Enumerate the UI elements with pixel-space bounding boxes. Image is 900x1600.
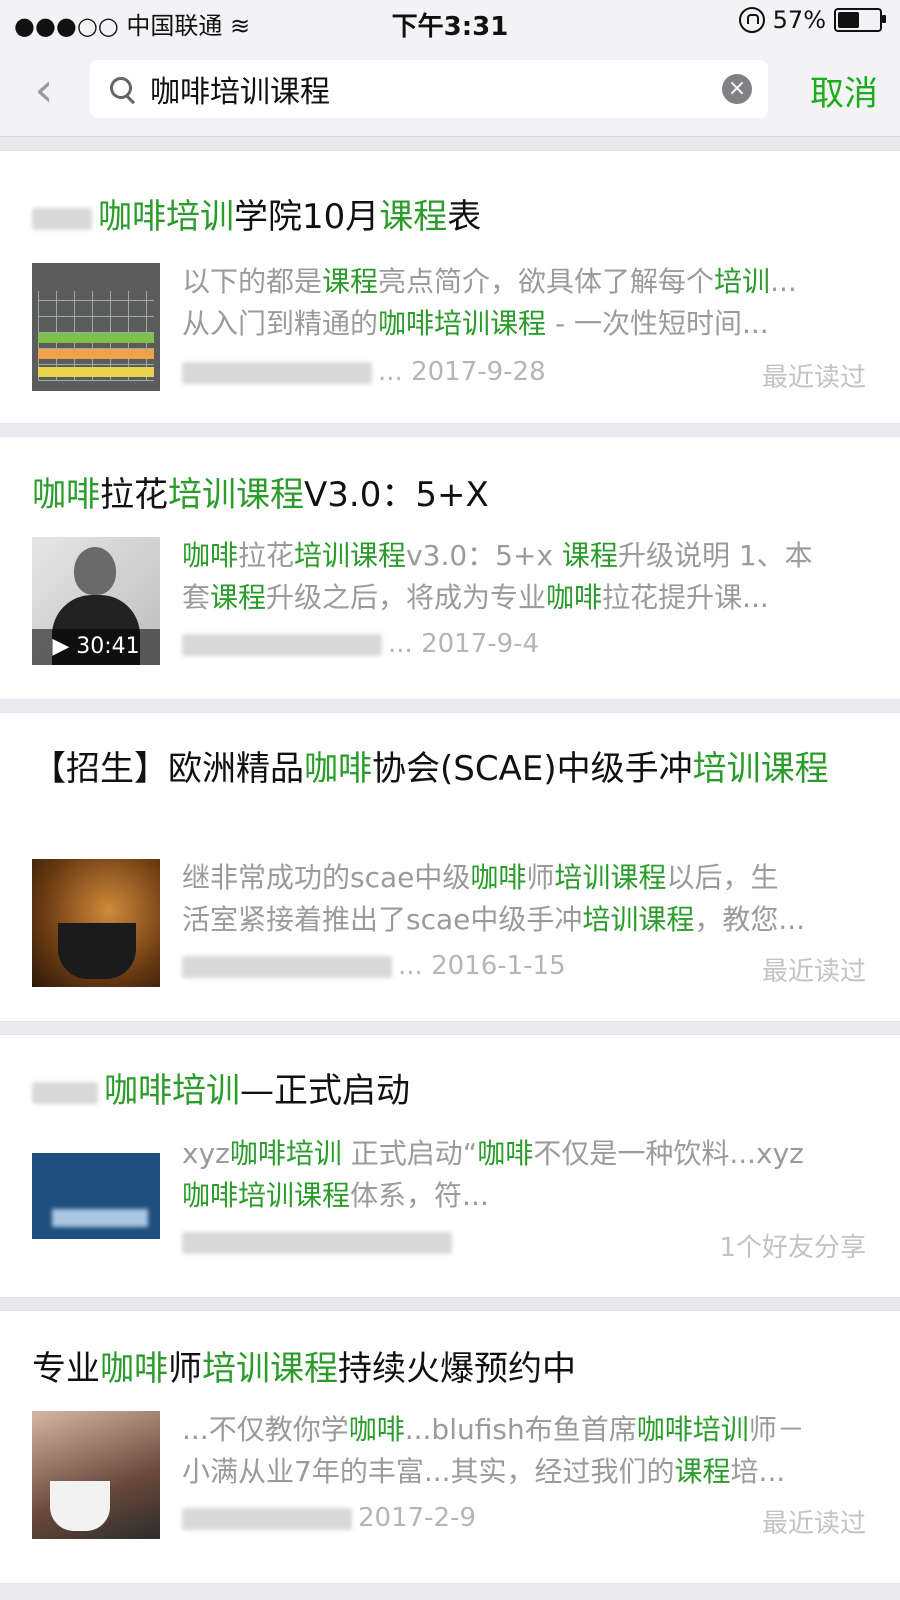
battery-percent: 57%: [772, 6, 826, 34]
summary-line: 继非常成功的scae中级咖啡师培训课程以后，生: [182, 861, 779, 894]
blurred-account-name: [32, 1081, 98, 1104]
clear-icon[interactable]: ×: [722, 74, 752, 104]
result-item[interactable]: 【招生】欧洲精品咖啡协会(SCAE)中级手冲培训课程 继非常成功的scae中级咖…: [0, 712, 900, 1022]
result-date: 2017-9-4: [421, 629, 540, 659]
result-thumbnail: [32, 1411, 160, 1539]
result-title: 咖啡培训—正式启动: [32, 1069, 862, 1113]
summary-line: ...不仅教你学咖啡...blufish布鱼首席咖啡培训师－: [182, 1413, 805, 1446]
result-meta: ... 2017-9-28: [182, 357, 862, 387]
read-status: 最近读过: [761, 1509, 866, 1539]
blurred-source: [182, 1507, 352, 1530]
summary-line: 套课程升级之后，将成为专业咖啡拉花提升课...: [182, 581, 769, 614]
blurred-account-name: [32, 207, 92, 230]
blurred-source: [182, 1231, 452, 1254]
blurred-source: [182, 361, 372, 384]
result-title-text: 咖啡培训学院10月课程表: [98, 197, 482, 237]
search-input[interactable]: 咖啡培训课程: [150, 67, 722, 111]
summary-line: 从入门到精通的咖啡培训课程 - 一次性短时间...: [182, 307, 769, 340]
result-thumbnail: ▶ 30:41: [32, 537, 160, 665]
summary-line: 活室紧接着推出了scae中级手冲培训课程，教您...: [182, 903, 806, 936]
battery-fill: [838, 12, 859, 28]
search-header: ‹ 咖啡培训课程 × 取消: [0, 44, 900, 137]
video-duration: ▶ 30:41: [32, 629, 160, 665]
result-summary: xyz咖啡培训 正式启动“咖啡不仅是一种饮料...xyz 咖啡培训课程体系，符.…: [182, 1133, 862, 1217]
result-title: 咖啡培训学院10月课程表: [32, 195, 862, 239]
result-item[interactable]: 咖啡培训学院10月课程表 以下的都是课程亮点简介，欲具体了解每个培训... 从入…: [0, 150, 900, 424]
result-item[interactable]: 咖啡培训—正式启动 xyz咖啡培训 正式启动“咖啡不仅是一种饮料...xyz 咖…: [0, 1034, 900, 1298]
result-date: 2017-9-28: [411, 357, 546, 387]
summary-line: 咖啡培训课程体系，符...: [182, 1179, 489, 1212]
read-status: 最近读过: [761, 957, 866, 987]
result-date: 2017-2-9: [358, 1503, 477, 1533]
status-bar: ●●●○○ 中国联通 ≋ 下午3:31 57%: [0, 0, 900, 44]
result-meta: 2017-2-9: [182, 1503, 862, 1533]
summary-line: 以下的都是课程亮点简介，欲具体了解每个培训...: [182, 265, 797, 298]
blurred-source: [182, 955, 392, 978]
battery-icon: [834, 8, 886, 32]
search-icon: [108, 75, 136, 103]
result-title: 【招生】欧洲精品咖啡协会(SCAE)中级手冲培训课程: [32, 749, 829, 789]
summary-line: xyz咖啡培训 正式启动“咖啡不仅是一种饮料...xyz: [182, 1137, 804, 1170]
result-thumbnail: [32, 1153, 160, 1239]
result-item[interactable]: 咖啡拉花培训课程V3.0：5+X ▶ 30:41 咖啡拉花培训课程v3.0：5+…: [0, 436, 900, 700]
result-thumbnail: [32, 263, 160, 391]
system-indicators: 57%: [738, 6, 886, 34]
results-list: 咖啡培训学院10月课程表 以下的都是课程亮点简介，欲具体了解每个培训... 从入…: [0, 150, 900, 1596]
result-meta: ... 2016-1-15: [182, 951, 862, 981]
result-title-text: 咖啡培训—正式启动: [104, 1071, 410, 1111]
cancel-button[interactable]: 取消: [810, 66, 878, 115]
result-meta: ... 2017-9-4: [182, 629, 862, 659]
summary-line: 小满从业7年的丰富...其实，经过我们的课程培...: [182, 1455, 786, 1488]
result-title: 专业咖啡师培训课程持续火爆预约中: [32, 1349, 576, 1389]
share-status: 1个好友分享: [719, 1233, 866, 1263]
search-field[interactable]: 咖啡培训课程 ×: [90, 60, 768, 118]
result-summary: 以下的都是课程亮点简介，欲具体了解每个培训... 从入门到精通的咖啡培训课程 -…: [182, 261, 862, 345]
read-status: 最近读过: [761, 363, 866, 393]
result-summary: ...不仅教你学咖啡...blufish布鱼首席咖啡培训师－ 小满从业7年的丰富…: [182, 1409, 862, 1493]
result-summary: 咖啡拉花培训课程v3.0：5+x 课程升级说明 1、本 套课程升级之后，将成为专…: [182, 535, 862, 619]
blurred-source: [182, 633, 382, 656]
result-item[interactable]: 专业咖啡师培训课程持续火爆预约中 ...不仅教你学咖啡...blufish布鱼首…: [0, 1310, 900, 1584]
result-title: 咖啡拉花培训课程V3.0：5+X: [32, 475, 489, 515]
result-summary: 继非常成功的scae中级咖啡师培训课程以后，生 活室紧接着推出了scae中级手冲…: [182, 857, 862, 941]
rotation-lock-icon: [738, 7, 765, 33]
result-date: 2016-1-15: [431, 951, 566, 981]
result-thumbnail: [32, 859, 160, 987]
summary-line: 咖啡拉花培训课程v3.0：5+x 课程升级说明 1、本: [182, 539, 813, 572]
back-icon[interactable]: ‹: [24, 62, 64, 118]
